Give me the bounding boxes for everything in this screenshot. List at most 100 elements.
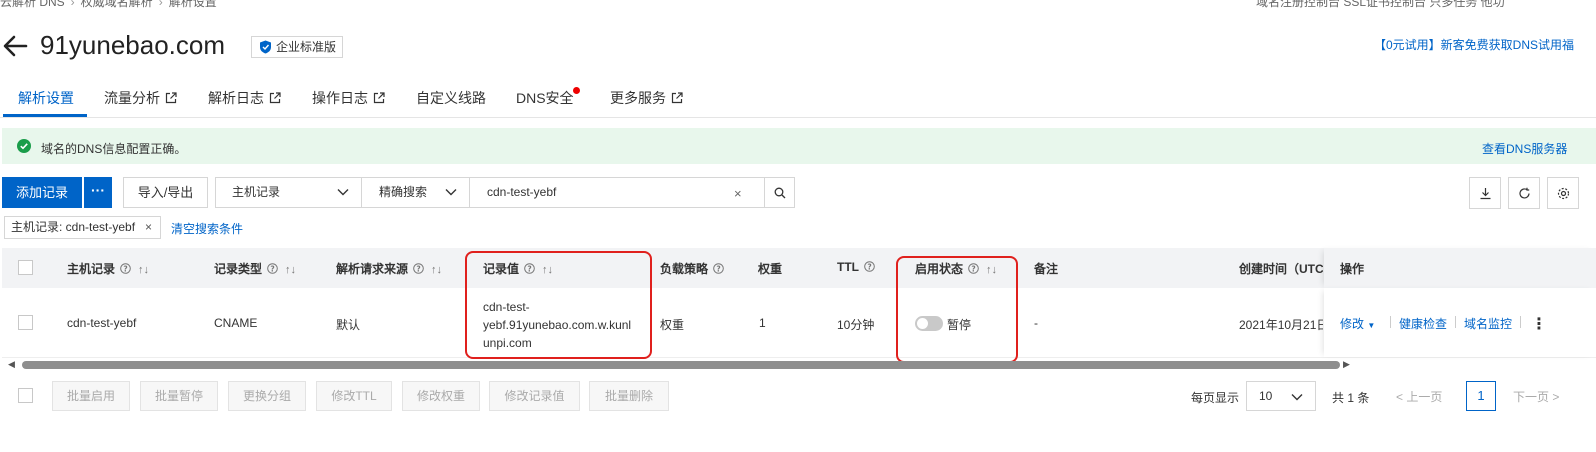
cell-remark: -	[1034, 316, 1038, 330]
filter-tag-label: 主机记录: cdn-test-yebf	[11, 220, 136, 234]
column-header[interactable]: 主机记录? ↑↓	[67, 260, 149, 277]
health-check-link[interactable]: 健康检查	[1399, 315, 1447, 332]
help-icon: ?	[267, 263, 278, 274]
help-icon: ?	[120, 263, 131, 274]
page-size-select[interactable]: 10	[1246, 381, 1316, 411]
breadcrumb-item: 解析设置	[168, 0, 217, 9]
highlight-record-value	[465, 251, 652, 359]
search-field-select[interactable]: 主机记录	[215, 177, 362, 208]
cell-host: cdn-test-yebf	[67, 316, 137, 330]
scroll-right-icon[interactable]: ▶	[1343, 359, 1350, 370]
tab-more-services[interactable]: 更多服务	[610, 88, 683, 108]
breadcrumb-item[interactable]: 权威域名解析	[81, 0, 153, 9]
clear-search-icon[interactable]: ×	[734, 186, 742, 201]
refresh-icon	[1519, 187, 1530, 199]
cell-weight: 1	[759, 316, 766, 330]
column-header: 权重	[758, 262, 783, 276]
select-all-checkbox[interactable]	[18, 260, 33, 275]
external-link-icon	[269, 92, 281, 104]
caret-down-icon: ▼	[1367, 321, 1376, 330]
match-mode-select[interactable]: 精确搜索	[361, 177, 470, 208]
page-header: 91yunebao.com 企业标准版 【0元试用】新客免费获取DNS试用福	[0, 28, 1596, 64]
chevron-left-icon: <	[1396, 390, 1407, 404]
search-field-value: 主机记录	[232, 185, 281, 199]
sort-icon[interactable]: ↑↓	[138, 264, 149, 276]
breadcrumb: 云解析 DNS › 权威域名解析 › 解析设置	[0, 0, 217, 10]
active-tab-indicator	[3, 114, 87, 117]
help-icon: ?	[413, 263, 424, 274]
tab-dns-settings[interactable]: 解析设置	[18, 88, 74, 108]
svg-text:?: ?	[270, 264, 274, 273]
svg-text:?: ?	[716, 264, 720, 273]
success-alert: 域名的DNS信息配置正确。 查看DNS服务器	[2, 128, 1596, 164]
next-page-button[interactable]: 下一页 >	[1513, 388, 1559, 405]
download-button[interactable]	[1469, 177, 1501, 209]
sort-icon[interactable]: ↑↓	[285, 264, 296, 276]
tab-custom-lines[interactable]: 自定义线路	[416, 88, 486, 108]
notification-dot	[573, 87, 580, 94]
change-group-button[interactable]: 更换分组	[228, 381, 306, 411]
tab-traffic-analysis[interactable]: 流量分析	[104, 88, 177, 108]
shield-icon	[260, 40, 271, 54]
tab-bar: 解析设置 流量分析 解析日志 操作日志 自定义线路 DNS安全 更多服务	[0, 78, 1596, 118]
bulk-delete-button[interactable]: 批量删除	[589, 381, 669, 411]
search-button[interactable]	[764, 177, 795, 208]
horizontal-scrollbar[interactable]: ◀ ▶	[0, 359, 1596, 371]
page-title: 91yunebao.com	[40, 30, 226, 60]
clear-filters-link[interactable]: 清空搜索条件	[171, 220, 243, 237]
edit-weight-button[interactable]: 修改权重	[402, 381, 480, 411]
edit-ttl-button[interactable]: 修改TTL	[316, 381, 392, 411]
scrollbar-thumb[interactable]	[22, 361, 1340, 369]
edition-badge: 企业标准版	[251, 36, 344, 58]
column-header: 操作	[1340, 262, 1365, 276]
divider	[1390, 316, 1391, 328]
column-header[interactable]: 解析请求来源? ↑↓	[336, 260, 442, 277]
bulk-enable-button[interactable]: 批量启用	[52, 381, 130, 411]
cell-type: CNAME	[214, 316, 258, 330]
import-export-button[interactable]: 导入/导出	[123, 177, 208, 208]
search-icon	[774, 187, 786, 199]
top-links[interactable]: 域名注册控制台 SSL证书控制台 只多任务 他功	[1256, 0, 1505, 10]
chevron-right-icon: >	[1549, 390, 1560, 404]
svg-text:?: ?	[416, 264, 420, 273]
toolbar: 添加记录 ··· 导入/导出 主机记录 精确搜索 cdn-test-yebf ×	[0, 177, 1596, 209]
filter-tag: 主机记录: cdn-test-yebf ×	[4, 216, 161, 239]
sort-icon[interactable]: ↑↓	[431, 264, 442, 276]
tab-dns-security[interactable]: DNS安全	[516, 88, 574, 108]
back-arrow-icon[interactable]	[2, 34, 28, 58]
prev-page-button[interactable]: < 上一页	[1396, 388, 1442, 405]
external-link-icon	[373, 92, 385, 104]
table-row: cdn-test-yebf CNAME 默认 cdn-test- yebf.91…	[2, 288, 1596, 358]
search-input[interactable]: cdn-test-yebf	[469, 177, 765, 208]
divider	[1520, 316, 1521, 328]
per-page-label: 每页显示	[1191, 391, 1240, 405]
divider	[1455, 316, 1456, 328]
add-record-button[interactable]: 添加记录	[2, 177, 82, 208]
edit-link[interactable]: 修改 ▼	[1340, 315, 1375, 332]
row-checkbox[interactable]	[18, 315, 33, 330]
tab-resolution-log[interactable]: 解析日志	[208, 88, 281, 108]
domain-monitor-link[interactable]: 域名监控	[1464, 315, 1512, 332]
check-circle-icon	[17, 139, 31, 153]
promo-link[interactable]: 【0元试用】新客免费获取DNS试用福	[1374, 36, 1574, 53]
bottom-bar: 批量启用 批量暂停 更换分组 修改TTL 修改权重 修改记录值 批量删除 每页显…	[0, 381, 1596, 411]
breadcrumb-item[interactable]: 云解析 DNS	[0, 0, 65, 9]
scroll-left-icon[interactable]: ◀	[8, 359, 15, 370]
bulk-pause-button[interactable]: 批量暂停	[140, 381, 218, 411]
view-dns-servers-link[interactable]: 查看DNS服务器	[1482, 140, 1567, 157]
highlight-status	[896, 256, 1018, 363]
more-options-icon[interactable]: ⋮	[1531, 314, 1547, 334]
chevron-down-icon	[337, 189, 349, 196]
cell-source: 默认	[336, 318, 361, 332]
settings-button[interactable]	[1547, 177, 1579, 209]
edit-record-value-button[interactable]: 修改记录值	[489, 381, 580, 411]
cell-ttl: 10分钟	[837, 318, 875, 332]
column-header[interactable]: 记录类型? ↑↓	[214, 260, 296, 277]
page-1-button[interactable]: 1	[1466, 381, 1496, 411]
tab-operation-log[interactable]: 操作日志	[312, 88, 385, 108]
refresh-button[interactable]	[1508, 177, 1540, 209]
external-link-icon	[165, 92, 177, 104]
more-actions-button[interactable]: ···	[84, 177, 112, 208]
bulk-select-checkbox[interactable]	[18, 388, 33, 403]
close-icon[interactable]: ×	[145, 217, 152, 238]
